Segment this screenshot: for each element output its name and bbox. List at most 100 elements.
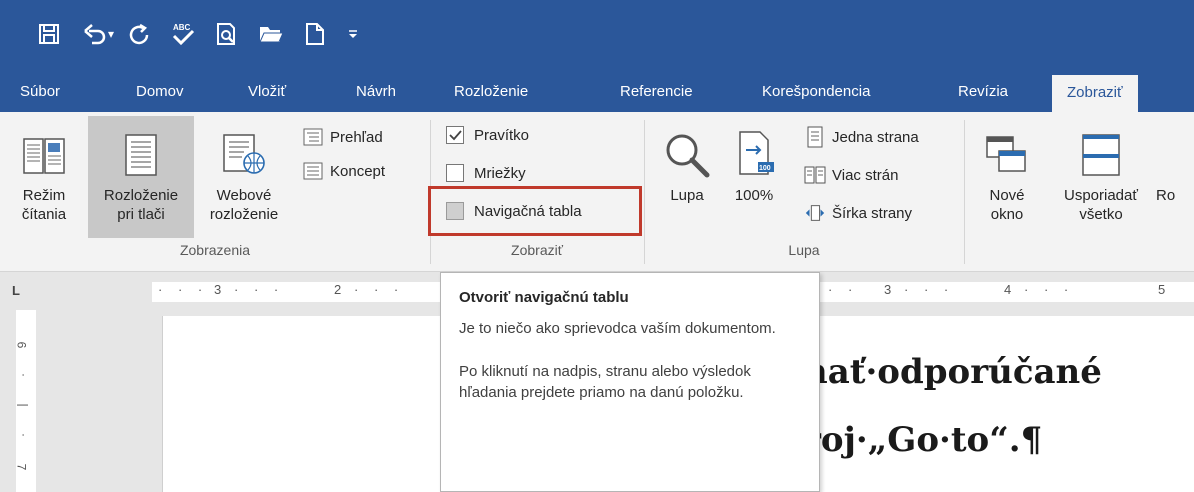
tab-view[interactable]: Zobraziť bbox=[1052, 75, 1138, 112]
globe-page-icon bbox=[222, 124, 266, 186]
tooltip-title: Otvoriť navigačnú tablu bbox=[459, 289, 629, 306]
tab-design[interactable]: Návrh bbox=[356, 72, 396, 112]
open-icon[interactable] bbox=[256, 16, 286, 52]
read-mode-button[interactable]: Režim čítania bbox=[0, 124, 88, 234]
ruler-ticks: | bbox=[16, 403, 31, 407]
ruler-ticks: · · · bbox=[354, 282, 405, 297]
group-label-views: Zobrazenia bbox=[179, 242, 251, 258]
hundred-badge: 100 bbox=[759, 165, 771, 172]
draft-icon bbox=[302, 160, 324, 182]
ruler-number: 2 bbox=[334, 282, 342, 297]
save-icon[interactable] bbox=[34, 16, 64, 52]
ruler-ticks: · · · bbox=[1024, 282, 1075, 297]
group-label-zoom: Lupa bbox=[788, 242, 820, 258]
tab-file[interactable]: Súbor bbox=[20, 72, 60, 112]
ruler-number: 3 bbox=[884, 282, 892, 297]
new-window-icon bbox=[985, 124, 1029, 186]
ruler-label: Pravítko bbox=[474, 126, 530, 144]
customize-icon[interactable] bbox=[338, 16, 368, 52]
new-window-label-1: Nové bbox=[989, 187, 1025, 204]
one-page-label: Jedna strana bbox=[832, 128, 919, 146]
new-document-icon[interactable] bbox=[300, 16, 330, 52]
undo-dropdown-icon[interactable]: ▾ bbox=[102, 16, 120, 52]
new-window-label-2: okno bbox=[990, 206, 1024, 223]
ruler-ticks: · · bbox=[828, 282, 859, 297]
arrange-all-label-1: Usporiadať bbox=[1064, 187, 1138, 204]
outline-label: Prehľad bbox=[330, 128, 383, 146]
ruler-ticks: · · · bbox=[234, 282, 285, 297]
outline-icon bbox=[302, 126, 324, 148]
split-button[interactable]: Ro bbox=[1156, 186, 1194, 210]
quick-access-toolbar: ▾ ABC bbox=[0, 0, 1194, 72]
arrange-all-icon bbox=[1081, 124, 1121, 186]
tab-insert[interactable]: Vložiť bbox=[248, 72, 286, 112]
web-layout-label-1: Webové bbox=[216, 187, 272, 204]
zoom-100-button[interactable]: 100 100% bbox=[726, 124, 782, 234]
page-width-label: Šírka strany bbox=[832, 204, 913, 222]
web-layout-button[interactable]: Webové rozloženie bbox=[196, 124, 292, 234]
ruler-ticks: · · · bbox=[158, 282, 209, 297]
tooltip-description: Po kliknutí na nadpis, stranu alebo výsl… bbox=[459, 363, 751, 401]
read-mode-label-1: Režim bbox=[22, 187, 66, 204]
zoom-label: Lupa bbox=[670, 187, 704, 204]
gridlines-checkbox[interactable]: Mriežky bbox=[446, 164, 526, 182]
gridlines-label: Mriežky bbox=[474, 164, 526, 182]
tab-selector[interactable]: L bbox=[12, 282, 30, 300]
group-label-show: Zobraziť bbox=[511, 242, 563, 258]
tab-mailings[interactable]: Korešpondencia bbox=[762, 72, 870, 112]
draft-label: Koncept bbox=[330, 162, 386, 180]
read-mode-label-2: čítania bbox=[21, 206, 67, 223]
tooltip-description: Je to niečo ako sprievodca vaším dokumen… bbox=[459, 320, 776, 337]
ruler-ticks: · bbox=[17, 373, 31, 377]
tab-home[interactable]: Domov bbox=[136, 72, 184, 112]
ruler-ticks: · · · bbox=[904, 282, 955, 297]
page-width-icon bbox=[804, 202, 826, 224]
split-label: Ro bbox=[1156, 187, 1176, 204]
ruler-number: 3 bbox=[214, 282, 222, 297]
ruler-ticks: · bbox=[17, 433, 31, 437]
tab-selector-label: L bbox=[12, 283, 20, 298]
ruler-number: 6 bbox=[14, 341, 29, 349]
ribbon-tabs: Súbor Domov Vložiť Návrh Rozloženie Refe… bbox=[0, 72, 1194, 112]
document-text-line: nať·odporúčané bbox=[803, 352, 1102, 392]
print-layout-label-1: Rozloženie bbox=[103, 187, 179, 204]
ruler-number: 5 bbox=[1158, 282, 1166, 297]
tab-references[interactable]: Referencie bbox=[620, 72, 693, 112]
zoom-100-label: 100% bbox=[734, 187, 774, 204]
arrange-all-label-2: všetko bbox=[1079, 206, 1123, 223]
magnifier-icon bbox=[663, 124, 711, 186]
zoom-button[interactable]: Lupa bbox=[652, 124, 722, 234]
group-separator bbox=[964, 120, 965, 264]
page-icon bbox=[124, 124, 158, 186]
tab-layout[interactable]: Rozloženie bbox=[454, 72, 528, 112]
print-layout-button[interactable]: Rozloženie pri tlači bbox=[88, 116, 194, 238]
multiple-pages-label: Viac strán bbox=[832, 166, 899, 184]
vertical-ruler[interactable]: 6 · | · 7 bbox=[14, 310, 36, 492]
tab-review[interactable]: Revízia bbox=[958, 72, 1008, 112]
spelling-icon[interactable]: ABC bbox=[168, 16, 198, 52]
ruler-number: 7 bbox=[14, 463, 29, 471]
web-layout-label-2: rozloženie bbox=[209, 206, 279, 223]
ruler-checkbox[interactable]: Pravítko bbox=[446, 126, 529, 144]
outline-button[interactable]: Prehľad bbox=[302, 126, 383, 148]
draft-button[interactable]: Koncept bbox=[302, 160, 385, 182]
ruler-number: 4 bbox=[1004, 282, 1012, 297]
multiple-pages-icon bbox=[804, 164, 826, 186]
page-100-icon: 100 bbox=[734, 124, 774, 186]
arrange-all-button[interactable]: Usporiadať všetko bbox=[1046, 124, 1156, 234]
svg-text:ABC: ABC bbox=[173, 23, 191, 32]
document-text-line: roj·„Go·to“.¶ bbox=[803, 420, 1043, 460]
gridlines-check-icon bbox=[446, 164, 464, 182]
highlight-box bbox=[428, 186, 642, 236]
book-icon bbox=[22, 124, 66, 186]
one-page-button[interactable]: Jedna strana bbox=[804, 126, 919, 148]
print-preview-icon[interactable] bbox=[212, 16, 242, 52]
print-layout-label-2: pri tlači bbox=[117, 206, 165, 223]
navigation-pane-tooltip: Otvoriť navigačnú tablu Je to niečo ako … bbox=[440, 272, 820, 492]
new-window-button[interactable]: Nové okno bbox=[968, 124, 1046, 234]
page-width-button[interactable]: Šírka strany bbox=[804, 202, 912, 224]
multiple-pages-button[interactable]: Viac strán bbox=[804, 164, 898, 186]
ruler-check-icon bbox=[446, 126, 464, 144]
redo-icon[interactable] bbox=[124, 16, 154, 52]
one-page-icon bbox=[804, 126, 826, 148]
